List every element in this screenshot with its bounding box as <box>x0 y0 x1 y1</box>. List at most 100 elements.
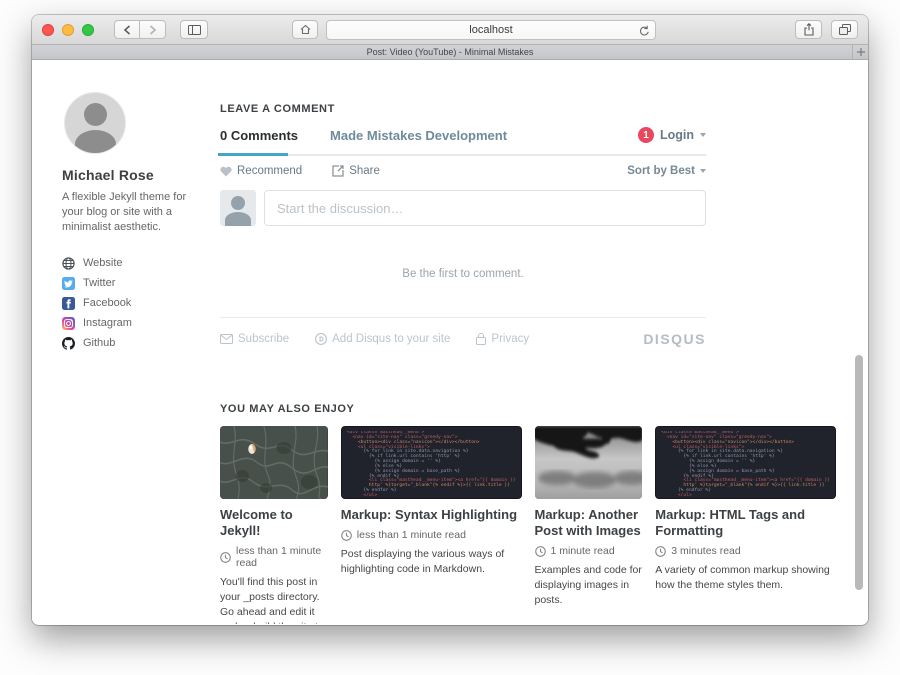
post-title[interactable]: Markup: HTML Tags and Formatting <box>655 507 836 539</box>
main-column: LEAVE A COMMENT 0 Comments Made Mistakes… <box>220 60 836 624</box>
login-label: Login <box>660 128 694 142</box>
post-title[interactable]: Markup: Another Post with Images <box>535 507 643 539</box>
envelope-icon <box>220 334 233 344</box>
recommend-label: Recommend <box>237 165 302 177</box>
post-excerpt: A variety of common markup showing how t… <box>655 563 836 593</box>
forward-button[interactable] <box>140 20 166 39</box>
tab-forum-link[interactable]: Made Mistakes Development <box>330 128 507 143</box>
post-thumbnail-code[interactable]: <div class="masthead__menu"> <nav id="si… <box>341 426 522 499</box>
forward-icon <box>149 25 157 35</box>
sidebar-item-instagram[interactable]: Instagram <box>62 313 214 333</box>
lock-icon <box>476 333 486 345</box>
zoom-window-button[interactable] <box>82 24 94 36</box>
sidebar-item-facebook[interactable]: Facebook <box>62 293 214 313</box>
active-tab[interactable]: Post: Video (YouTube) - Minimal Mistakes <box>32 47 868 57</box>
post-read-time: less than 1 minute read <box>220 545 328 569</box>
post-title[interactable]: Welcome to Jekyll! <box>220 507 328 539</box>
add-disqus-link[interactable]: Add Disqus to your site <box>315 333 450 345</box>
instagram-icon <box>62 317 75 330</box>
code-screenshot: <div class="masthead__menu"> <nav id="si… <box>661 431 830 499</box>
close-window-button[interactable] <box>42 24 54 36</box>
sidebar-item-website[interactable]: Website <box>62 253 214 273</box>
share-thread-button[interactable]: Share <box>332 165 380 177</box>
clock-icon <box>220 552 231 563</box>
related-post-card: Markup: Another Post with Images 1 minut… <box>535 426 643 624</box>
disqus-logo[interactable]: DISQUS <box>643 331 706 347</box>
post-title[interactable]: Markup: Syntax Highlighting <box>341 507 522 523</box>
sidebar-link-label: Instagram <box>83 317 132 329</box>
clock-icon <box>341 530 352 541</box>
share-arrow-icon <box>332 165 344 177</box>
post-thumbnail-foggy-tree[interactable] <box>535 426 643 499</box>
disqus-action-bar: Recommend Share Sort by Best <box>220 165 706 177</box>
tab-overview-button[interactable] <box>831 20 858 39</box>
globe-icon <box>62 257 75 270</box>
github-icon <box>62 337 75 350</box>
comment-input[interactable] <box>264 190 706 226</box>
share-icon <box>804 23 814 36</box>
sidebar-link-label: Facebook <box>83 297 131 309</box>
new-tab-button[interactable] <box>852 45 868 59</box>
login-button[interactable]: 1 Login <box>638 127 706 143</box>
post-excerpt: You'll find this post in your _posts dir… <box>220 575 328 624</box>
related-posts-heading: YOU MAY ALSO ENJOY <box>220 403 836 415</box>
author-sidebar: Michael Rose A flexible Jekyll theme for… <box>62 92 214 353</box>
privacy-label: Privacy <box>491 333 529 345</box>
disqus-footer: Subscribe Add Disqus to your site Privac… <box>220 331 706 347</box>
scrollbar-thumb[interactable] <box>855 355 863 590</box>
back-icon <box>123 25 131 35</box>
back-button[interactable] <box>114 20 140 39</box>
post-thumbnail-moss[interactable] <box>220 426 328 499</box>
post-read-time: 1 minute read <box>535 545 643 557</box>
author-avatar <box>64 92 126 154</box>
sidebar-link-label: Website <box>83 257 123 269</box>
divider <box>220 317 706 318</box>
sidebar-link-label: Github <box>83 337 115 349</box>
share-button[interactable] <box>795 20 822 39</box>
sort-dropdown[interactable]: Sort by Best <box>627 165 706 177</box>
sidebar-toggle-button[interactable] <box>180 20 208 39</box>
sidebar-link-label: Twitter <box>83 277 115 289</box>
sidebar-icon <box>188 25 201 35</box>
chevron-down-icon <box>700 133 706 137</box>
disqus-icon <box>315 333 327 345</box>
privacy-link[interactable]: Privacy <box>476 333 529 345</box>
home-button[interactable] <box>292 20 318 39</box>
nav-buttons <box>114 20 166 39</box>
share-label: Share <box>349 165 380 177</box>
sidebar-item-github[interactable]: Github <box>62 333 214 353</box>
minimize-window-button[interactable] <box>62 24 74 36</box>
subscribe-link[interactable]: Subscribe <box>220 333 289 345</box>
twitter-icon <box>62 277 75 290</box>
window-controls <box>42 24 94 36</box>
related-post-card: <div class="masthead__menu"> <nav id="si… <box>341 426 522 624</box>
sidebar-item-twitter[interactable]: Twitter <box>62 273 214 293</box>
address-bar[interactable]: localhost <box>326 20 656 40</box>
recommend-button[interactable]: Recommend <box>220 165 302 177</box>
browser-toolbar: localhost <box>32 15 868 45</box>
author-name: Michael Rose <box>62 167 214 183</box>
facebook-icon <box>62 297 75 310</box>
address-bar-url: localhost <box>327 24 655 36</box>
tab-comment-count[interactable]: 0 Comments <box>220 128 298 143</box>
disqus-embed: LEAVE A COMMENT 0 Comments Made Mistakes… <box>220 103 706 347</box>
foggy-tree-image <box>535 426 643 499</box>
disqus-tabs: 0 Comments Made Mistakes Development 1 L… <box>220 127 706 156</box>
active-tab-underline <box>218 153 288 156</box>
chevron-down-icon <box>700 169 706 173</box>
post-excerpt: Examples and code for displaying images … <box>535 563 643 608</box>
refresh-button[interactable] <box>639 24 650 42</box>
related-post-card: <div class="masthead__menu"> <nav id="si… <box>655 426 836 624</box>
author-bio: A flexible Jekyll theme for your blog or… <box>62 190 192 235</box>
home-icon <box>300 24 311 35</box>
post-read-time: 3 minutes read <box>655 545 836 557</box>
author-links: Website Twitter Facebook <box>62 253 214 353</box>
sort-label: Sort by Best <box>627 165 695 177</box>
commenter-avatar <box>220 190 256 226</box>
page-content: Michael Rose A flexible Jekyll theme for… <box>32 60 868 624</box>
browser-tab-bar: Post: Video (YouTube) - Minimal Mistakes <box>32 45 868 60</box>
post-thumbnail-code[interactable]: <div class="masthead__menu"> <nav id="si… <box>655 426 836 499</box>
empty-state-message: Be the first to comment. <box>220 268 706 280</box>
clock-icon <box>655 546 666 557</box>
heart-icon <box>220 166 232 177</box>
